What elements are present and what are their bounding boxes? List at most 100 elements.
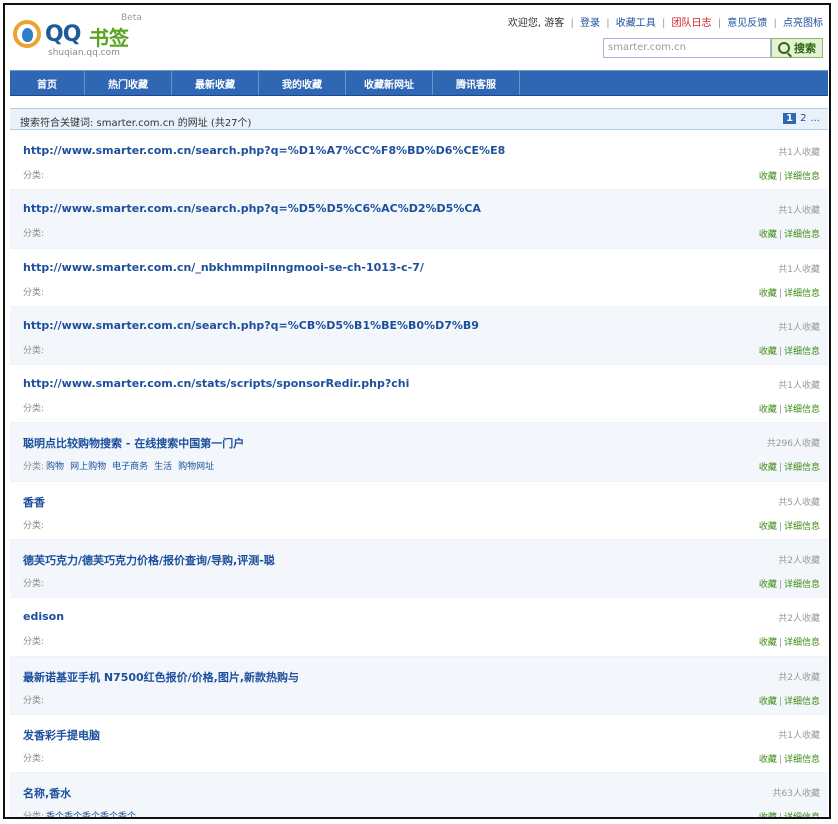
- bookmark-count: 共5人收藏: [778, 497, 820, 508]
- search-icon: [778, 42, 790, 54]
- search-button-label: 搜索: [794, 42, 816, 55]
- bookmark-title-link[interactable]: 聪明点比较购物搜索 - 在线搜索中国第一门户: [23, 435, 244, 451]
- item-actions: 收藏 | 详细信息: [758, 346, 820, 357]
- category-tag[interactable]: 网上购物: [70, 462, 106, 472]
- category-label: 分类:: [23, 579, 45, 590]
- category-label: 分类:: [23, 229, 45, 240]
- nav-latest[interactable]: 最新收藏: [172, 71, 259, 95]
- category-label: 分类:: [23, 287, 45, 298]
- search-input[interactable]: smarter.com.cn: [603, 38, 771, 58]
- bookmark-title-link[interactable]: http://www.smarter.com.cn/stats/scripts/…: [23, 377, 409, 390]
- category-tag[interactable]: 购物网址: [178, 462, 214, 472]
- page-2[interactable]: 2: [800, 113, 806, 124]
- details-link[interactable]: 详细信息: [784, 289, 820, 299]
- bookmark-title-link[interactable]: http://www.smarter.com.cn/_nbkhmmpilnngm…: [23, 261, 424, 274]
- list-item: 发香彩手提电脑 共1人收藏 分类: 收藏 | 详细信息: [10, 715, 828, 774]
- details-link[interactable]: 详细信息: [784, 638, 820, 648]
- list-item: edison 共2人收藏 分类: 收藏 | 详细信息: [10, 598, 828, 657]
- bookmark-title-link[interactable]: edison: [23, 610, 64, 623]
- details-link[interactable]: 详细信息: [784, 697, 820, 707]
- logo-domain: shuqian.qq.com: [48, 48, 120, 58]
- category-tag[interactable]: 电子商务: [112, 462, 148, 472]
- list-item: http://www.smarter.com.cn/search.php?q=%…: [10, 190, 828, 249]
- bookmark-title-link[interactable]: 德芙巧克力/德芙巧克力价格/报价查询/导购,评测-聪: [23, 552, 275, 568]
- category-label: 分类:: [23, 171, 45, 181]
- details-link[interactable]: 详细信息: [784, 580, 820, 590]
- bookmark-title-link[interactable]: http://www.smarter.com.cn/search.php?q=%…: [23, 144, 505, 157]
- category-tag[interactable]: 生活: [154, 462, 172, 472]
- details-link[interactable]: 详细信息: [784, 230, 820, 240]
- bookmark-count: 共1人收藏: [778, 148, 820, 158]
- nav-service[interactable]: 腾讯客服: [433, 71, 520, 95]
- details-link[interactable]: 详细信息: [784, 172, 820, 182]
- item-actions: 收藏 | 详细信息: [759, 810, 820, 817]
- bookmark-count: 共1人收藏: [778, 206, 820, 217]
- favorite-link[interactable]: 收藏: [759, 230, 777, 240]
- category-label: 分类:: [23, 812, 45, 819]
- details-link[interactable]: 详细信息: [784, 463, 820, 473]
- category-label: 分类:: [23, 637, 45, 648]
- category-label: 分类:: [23, 695, 45, 706]
- list-item: 聪明点比较购物搜索 - 在线搜索中国第一门户 共296人收藏 分类: 购物 网上购物 电子…: [10, 423, 828, 482]
- category-label: 分类:: [23, 404, 45, 415]
- bookmark-title-link[interactable]: 发香彩手提电脑: [23, 727, 100, 743]
- category-label: 分类:: [23, 462, 45, 473]
- item-actions: 收藏 | 详细信息: [758, 405, 820, 416]
- list-item: 香香 共5人收藏 分类: 收藏 | 详细信息: [10, 482, 828, 541]
- category-line: 分类:: [23, 226, 46, 239]
- bookmark-count: 共2人收藏: [778, 614, 820, 625]
- category-tag[interactable]: 香个香个香个香个香个: [46, 812, 136, 817]
- nav-add[interactable]: 收藏新网址: [346, 71, 433, 95]
- nav-hot[interactable]: 热门收藏: [85, 71, 172, 95]
- bookmark-title-link[interactable]: 最新诺基亚手机 N7500红色报价/价格,图片,新款热购与: [23, 669, 299, 685]
- nav-home[interactable]: 首页: [10, 71, 85, 95]
- category-line: 分类: 购物 网上购物 电子商务 生活 购物网址: [23, 459, 220, 472]
- team-log-link[interactable]: 团队日志: [672, 18, 712, 29]
- main-nav: 首页 热门收藏 最新收藏 我的收藏 收藏新网址 腾讯客服: [10, 70, 828, 96]
- category-tag[interactable]: 购物: [46, 462, 64, 472]
- login-link[interactable]: 登录: [580, 18, 600, 29]
- list-item: 名称,香水 共63人收藏 分类: 香个香个香个香个香个 收藏 | 详细信息: [10, 773, 828, 819]
- category-line: 分类:: [23, 693, 46, 706]
- page-1[interactable]: 1: [783, 113, 797, 124]
- list-item: http://www.smarter.com.cn/_nbkhmmpilnngm…: [10, 249, 828, 307]
- feedback-link[interactable]: 意见反馈: [727, 18, 767, 29]
- favorite-link[interactable]: 收藏: [759, 405, 777, 415]
- category-line: 分类:: [23, 401, 46, 414]
- page-frame: QQ 书签 Beta shuqian.qq.com 欢迎您, 游客 | 登录 |…: [3, 3, 831, 819]
- list-item: http://www.smarter.com.cn/stats/scripts/…: [10, 365, 828, 424]
- bookmark-title-link[interactable]: http://www.smarter.com.cn/search.php?q=%…: [23, 319, 479, 332]
- item-actions: 收藏 | 详细信息: [758, 230, 820, 241]
- details-link[interactable]: 详细信息: [784, 347, 820, 357]
- light-icon-link[interactable]: 点亮图标: [783, 18, 823, 29]
- category-line: 分类:: [23, 285, 46, 298]
- pager: 1 2 ...: [783, 113, 820, 124]
- details-link[interactable]: 详细信息: [784, 813, 820, 817]
- category-line: 分类:: [23, 634, 46, 647]
- favorite-link[interactable]: 收藏: [759, 463, 777, 473]
- item-actions: 收藏 | 详细信息: [758, 580, 820, 591]
- details-link[interactable]: 详细信息: [784, 522, 820, 532]
- favorite-link[interactable]: 收藏: [759, 289, 777, 299]
- bookmark-title-link[interactable]: 名称,香水: [23, 785, 71, 801]
- favorite-link[interactable]: 收藏: [759, 813, 777, 817]
- favorite-link[interactable]: 收藏: [759, 638, 777, 648]
- qq-bookmark-logo[interactable]: QQ 书签 Beta shuqian.qq.com: [13, 12, 173, 60]
- bookmark-title-link[interactable]: 香香: [23, 494, 45, 510]
- favorite-link[interactable]: 收藏: [759, 580, 777, 590]
- favorite-link[interactable]: 收藏: [759, 172, 777, 182]
- nav-mine[interactable]: 我的收藏: [259, 71, 346, 95]
- search-button[interactable]: 搜索: [771, 38, 823, 58]
- favorite-link[interactable]: 收藏: [759, 347, 777, 357]
- details-link[interactable]: 详细信息: [784, 755, 820, 765]
- category-label: 分类:: [23, 520, 45, 531]
- category-line: 分类:: [23, 576, 46, 589]
- list-item: 德芙巧克力/德芙巧克力价格/报价查询/导购,评测-聪 共2人收藏 分类: 收藏 | 详细信…: [10, 540, 828, 599]
- favorite-link[interactable]: 收藏: [759, 697, 777, 707]
- favorite-link[interactable]: 收藏: [759, 755, 777, 765]
- favorite-link[interactable]: 收藏: [759, 522, 777, 532]
- bookmark-title-link[interactable]: http://www.smarter.com.cn/search.php?q=%…: [23, 202, 481, 215]
- details-link[interactable]: 详细信息: [784, 405, 820, 415]
- page-more[interactable]: ...: [810, 113, 820, 124]
- fav-tool-link[interactable]: 收藏工具: [616, 18, 656, 29]
